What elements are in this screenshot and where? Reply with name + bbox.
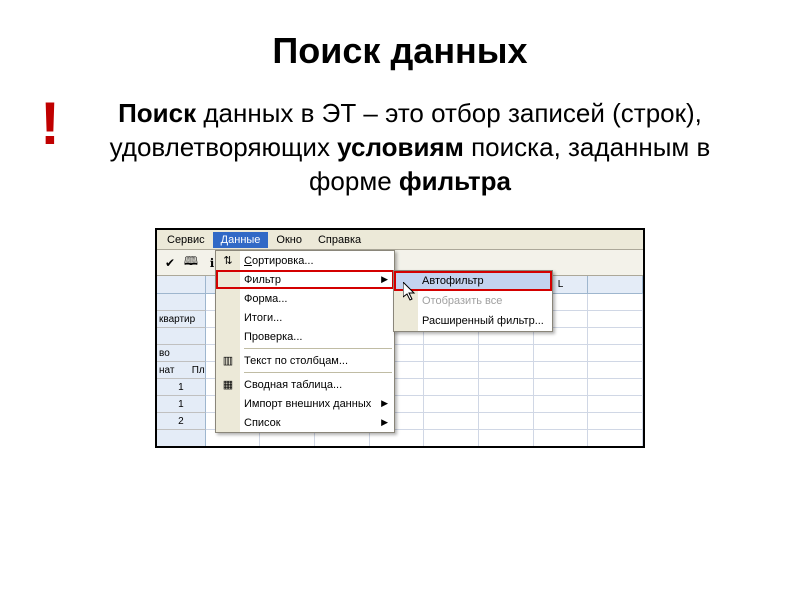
menu-service[interactable]: Сервис	[159, 232, 213, 248]
row-header[interactable]: 1	[157, 379, 206, 396]
col-header[interactable]	[588, 276, 643, 294]
menu-data[interactable]: Данные	[213, 232, 269, 248]
row-label: Пл	[192, 362, 205, 378]
menu-item-totals[interactable]: Итоги...	[216, 308, 394, 327]
submenu-item-show-all: Отобразить все	[394, 291, 552, 311]
definition-paragraph: Поиск данных в ЭТ – это отбор записей (с…	[70, 97, 750, 198]
submenu-item-autofilter[interactable]: Автофильтр	[394, 271, 552, 291]
body-row: ! Поиск данных в ЭТ – это отбор записей …	[50, 97, 750, 198]
row-header[interactable]: 1	[157, 396, 206, 413]
menu-item-validation[interactable]: Проверка...	[216, 327, 394, 346]
menu-item-form[interactable]: Форма...	[216, 289, 394, 308]
menu-item-sort[interactable]: ⇅ Сортировка...	[216, 251, 394, 270]
row-label[interactable]: квартир	[157, 311, 206, 328]
menu-separator	[244, 348, 392, 349]
submenu-arrow-icon: ▶	[381, 274, 388, 285]
menubar: Сервис Данные Окно Справка	[157, 230, 643, 250]
submenu-arrow-icon: ▶	[381, 398, 388, 409]
pivot-icon: ▦	[220, 377, 236, 393]
menu-help[interactable]: Справка	[310, 232, 369, 248]
filter-submenu: Автофильтр Отобразить все Расширенный фи…	[393, 270, 553, 332]
word-filtra: фильтра	[399, 166, 511, 196]
exclaim-icon: !	[40, 97, 60, 151]
slide-title: Поиск данных	[50, 30, 750, 72]
spellcheck-icon[interactable]: ✔	[161, 254, 179, 272]
menu-separator	[244, 372, 392, 373]
submenu-arrow-icon: ▶	[381, 417, 388, 428]
sort-icon: ⇅	[220, 253, 236, 269]
corner-cell[interactable]	[157, 276, 206, 294]
columns-icon: ▥	[220, 353, 236, 369]
data-menu-dropdown: ⇅ Сортировка... Фильтр ▶ Форма... Итоги.…	[215, 250, 395, 433]
menu-item-pivot[interactable]: ▦ Сводная таблица...	[216, 375, 394, 394]
word-poisk: Поиск	[118, 98, 196, 128]
row-label[interactable]: во	[157, 345, 206, 362]
row-header[interactable]	[157, 294, 206, 311]
row-header[interactable]: 2	[157, 413, 206, 430]
row-label: нат	[159, 362, 174, 378]
menu-item-filter[interactable]: Фильтр ▶	[216, 270, 394, 289]
menu-item-list[interactable]: Список ▶	[216, 413, 394, 432]
excel-screenshot: Сервис Данные Окно Справка ✔ 🕮 ℹ A↓ Z↓ 📊…	[155, 228, 645, 448]
submenu-item-advanced[interactable]: Расширенный фильтр...	[394, 311, 552, 331]
row-header[interactable]	[157, 430, 206, 447]
menu-item-text-to-columns[interactable]: ▥ Текст по столбцам...	[216, 351, 394, 370]
menu-item-import[interactable]: Импорт внешних данных ▶	[216, 394, 394, 413]
row-header[interactable]	[157, 328, 206, 345]
word-usloviyam: условиям	[337, 132, 464, 162]
slide: Поиск данных ! Поиск данных в ЭТ – это о…	[0, 0, 800, 600]
menu-window[interactable]: Окно	[268, 232, 310, 248]
research-icon[interactable]: 🕮	[182, 254, 200, 272]
